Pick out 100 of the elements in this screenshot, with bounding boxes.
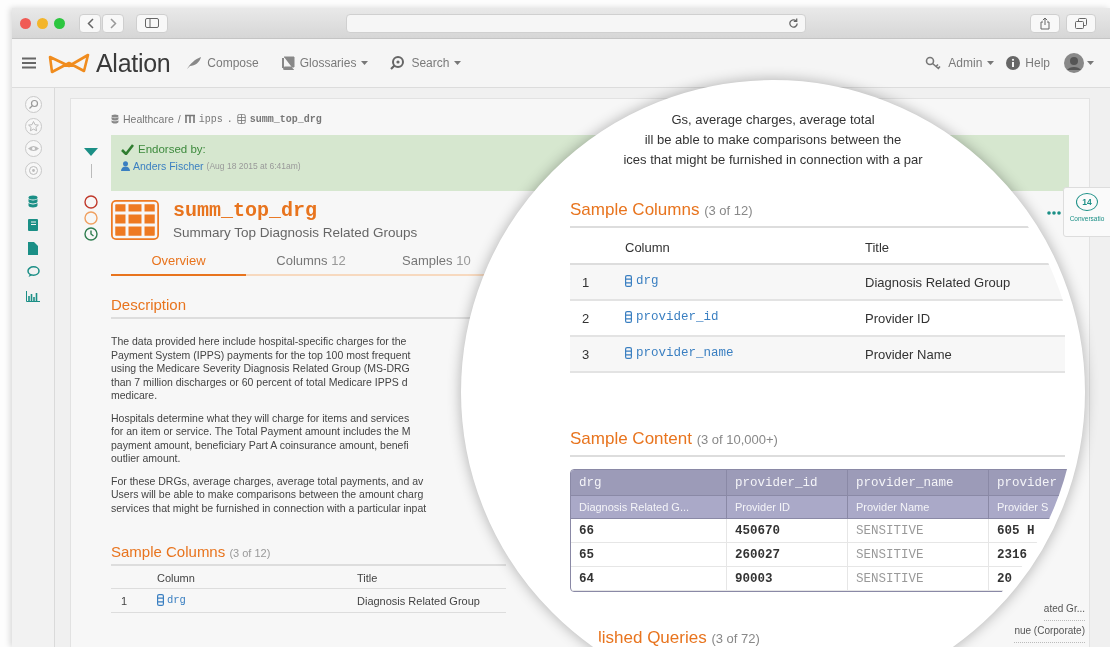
column-header: drg [571,470,727,496]
collapse-icon[interactable] [84,148,98,156]
table-subtitle: Summary Top Diagnosis Related Groups [173,225,418,240]
row-number: 1 [111,588,157,613]
endorsement-date: (Aug 18 2015 at 6:41am) [206,161,301,171]
section-heading: Sample Content (3 of 10,000+) [570,429,778,449]
breadcrumb-link[interactable]: ipps [198,113,223,125]
book-icon [280,56,295,70]
sidebar-button[interactable] [136,13,168,33]
table-title: summ_top_drg [173,199,319,223]
column-header: provider_id [727,470,848,496]
breadcrumb-separator: / [177,113,181,125]
help-menu[interactable]: Help [1006,56,1050,70]
book-icon[interactable] [28,219,38,231]
section-heading: Sample Columns (3 of 12) [111,543,271,560]
tab[interactable]: Overview [111,249,246,276]
back-button[interactable] [79,13,101,33]
ring-icon [84,211,98,225]
tab[interactable]: Samples 10 [402,249,471,276]
star-icon[interactable] [24,118,42,135]
chevron-right-icon [109,17,117,29]
search-icon [390,55,407,71]
user-menu[interactable] [1064,53,1094,73]
column-link[interactable]: drg [625,274,659,288]
chat-icon[interactable] [26,266,40,278]
share-icon [1040,16,1050,30]
column-header: Provider ID [727,496,848,519]
ring-icon [84,195,98,209]
section-heading: Description [111,296,187,313]
person-icon [121,161,130,171]
table-cell: 65 [571,543,727,567]
table-icon [111,199,159,240]
table-cell: SENSITIVE [848,567,989,591]
description-paragraph: Gs, average charges, average total ill be able to make comparisons between the ices that might be furnished in connection with a par [622,111,924,169]
breadcrumb-separator: . [226,113,233,125]
tabs-icon [1075,17,1087,29]
column-header: Diagnosis Related G... [571,496,727,519]
search-icon[interactable] [24,96,42,113]
table-cell: Provider Name [865,336,1065,372]
description-paragraph: For these DRGs, average charges, average total payments, and av Users will be able to make comparisons between the amount charg services that might be furnished in connection with a particular inpat [111,474,428,515]
table-icon [236,114,246,124]
column-link[interactable]: provider_name [625,346,734,360]
table-cell: nue (Corporate) [1014,621,1085,643]
table-cell: 66 [571,519,727,543]
user-link[interactable]: Anders Fischer [133,160,204,172]
document-icon[interactable] [28,242,38,255]
share-button[interactable] [1030,13,1060,33]
row-number: 3 [570,336,625,372]
logo-icon [48,52,92,74]
close-button[interactable] [20,17,31,29]
column-header: provider_name [848,470,989,496]
column-header: Provider Name [848,496,989,519]
glossary-menu[interactable]: Glossaries [280,56,369,70]
column-icon [625,311,632,323]
column-header: Title [357,566,506,589]
description-paragraph: Hospitals determine what they will charge for items and services for an item or service. The Total Payment amount includes the M payment amount, beneficiary Part A coinsurance amount, benefi outlier amount. [111,411,412,466]
address-field[interactable] [346,13,806,33]
column-icon [157,594,164,606]
table-cell: ated Gr... [1043,599,1085,621]
section-heading: Sample Columns (3 of 12) [570,200,753,220]
database-icon [111,114,119,124]
tab[interactable]: Columns 12 [246,249,376,276]
forward-button[interactable] [102,13,124,33]
breadcrumb-link[interactable]: Healthcare [123,113,174,125]
table-cell: 90003 [727,567,848,591]
more-icon[interactable] [1047,211,1061,215]
column-icon [625,347,632,359]
section-heading: lished Queries (3 of 72) [598,628,760,647]
table-cell: 450670 [727,519,848,543]
brand-name: Alation [96,48,171,78]
column-icon [625,275,632,287]
row-number: 1 [570,264,625,300]
tabs-button[interactable] [1066,13,1096,33]
chart-icon[interactable] [26,291,40,302]
column-link[interactable]: provider_id [625,310,719,324]
zoom-button[interactable] [54,17,65,29]
table-cell: Diagnosis Related Group [865,264,1065,300]
column-link[interactable]: drg [157,594,186,606]
table-cell: 260027 [727,543,848,567]
table-cell: SENSITIVE [848,519,989,543]
sidebar-icon [145,18,159,28]
compose-menu[interactable]: Compose [186,56,259,70]
table-cell: 64 [571,567,727,591]
schema-icon [184,114,195,124]
database-icon[interactable] [28,195,38,208]
eye-icon[interactable] [24,140,42,157]
endorsement-label: Endorsed by: [138,143,206,155]
caret-icon [1087,61,1094,65]
table-cell: Diagnosis Related Group [357,588,506,613]
column-header: Column [157,566,357,589]
chevron-left-icon [86,17,94,29]
breadcrumb-link[interactable]: summ_top_drg [249,113,322,125]
table-cell: SENSITIVE [848,543,989,567]
clock-icon [84,227,98,241]
avatar-icon [1064,53,1084,73]
reload-icon [788,17,799,29]
description-paragraph: The data provided here include hospital-specific charges for the Payment System (IPPS) payments for the top 100 most frequent using the Medicare Severity Diagnosis Related Group (MS-DRG than 7 million discharges or 60 percent of total Medicare IPPS d medicare. [111,335,412,403]
admin-menu[interactable]: Admin [925,56,995,70]
search-menu[interactable]: Search [390,55,462,71]
menu-icon[interactable] [22,57,36,69]
